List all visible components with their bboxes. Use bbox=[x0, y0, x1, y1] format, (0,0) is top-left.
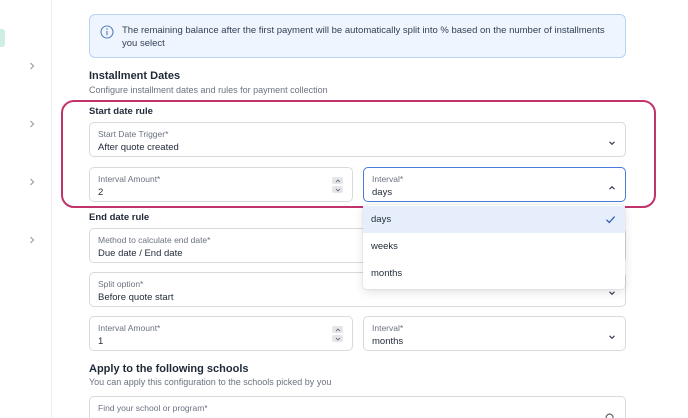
menu-item-days[interactable]: days bbox=[363, 206, 625, 233]
increment-button[interactable] bbox=[332, 177, 343, 184]
schools-title: Apply to the following schools bbox=[89, 363, 249, 375]
menu-item-label: months bbox=[371, 268, 403, 279]
chevron-right-icon[interactable] bbox=[27, 61, 37, 71]
decrement-button[interactable] bbox=[332, 335, 343, 342]
field-label: Start Date Trigger* bbox=[98, 129, 169, 139]
interval-dropdown-menu: days weeks months bbox=[363, 205, 625, 289]
field-value: After quote created bbox=[98, 142, 179, 153]
start-interval-amount-input[interactable]: Interval Amount* 2 bbox=[89, 167, 353, 202]
menu-item-weeks[interactable]: weeks bbox=[363, 233, 625, 260]
field-value: 1 bbox=[98, 336, 104, 347]
menu-item-label: days bbox=[371, 214, 392, 225]
field-label: Interval Amount* bbox=[98, 174, 161, 184]
search-icon[interactable] bbox=[605, 411, 616, 418]
field-value: 2 bbox=[98, 187, 104, 198]
schools-subtitle: You can apply this configuration to the … bbox=[89, 377, 332, 387]
quantity-stepper[interactable] bbox=[332, 326, 343, 342]
chevron-down-icon bbox=[607, 329, 617, 340]
decrement-button[interactable] bbox=[332, 186, 343, 193]
chevron-up-icon bbox=[607, 180, 617, 190]
info-banner-text: The remaining balance after the first pa… bbox=[122, 25, 605, 49]
installment-dates-subtitle: Configure installment dates and rules fo… bbox=[89, 85, 328, 95]
info-icon bbox=[100, 25, 114, 39]
field-label: Interval* bbox=[372, 323, 404, 333]
chevron-right-icon[interactable] bbox=[27, 119, 37, 129]
field-label: Interval* bbox=[372, 174, 404, 184]
field-value: months bbox=[372, 336, 404, 347]
field-label: Find your school or program* bbox=[98, 403, 208, 413]
end-date-rule-title: End date rule bbox=[89, 212, 150, 223]
increment-button[interactable] bbox=[332, 326, 343, 333]
field-value: Due date / End date bbox=[98, 248, 183, 259]
check-icon bbox=[605, 214, 616, 225]
rail-active-indicator bbox=[0, 29, 5, 47]
start-interval-select[interactable]: Interval* days bbox=[363, 167, 626, 202]
field-label: Interval Amount* bbox=[98, 323, 161, 333]
start-date-trigger-select[interactable]: Start Date Trigger* After quote created bbox=[89, 122, 626, 157]
start-date-rule-title: Start date rule bbox=[89, 106, 153, 117]
end-interval-amount-input[interactable]: Interval Amount* 1 bbox=[89, 316, 353, 351]
field-label: Method to calculate end date* bbox=[98, 235, 211, 245]
menu-item-label: weeks bbox=[371, 241, 398, 252]
installment-dates-title: Installment Dates bbox=[89, 70, 181, 82]
school-search-input[interactable]: Find your school or program* bbox=[89, 396, 626, 418]
quantity-stepper[interactable] bbox=[332, 177, 343, 193]
field-value: days bbox=[372, 187, 393, 198]
left-rail bbox=[0, 0, 52, 418]
info-banner: The remaining balance after the first pa… bbox=[89, 14, 626, 58]
field-value: Before quote start bbox=[98, 292, 174, 303]
field-label: Split option* bbox=[98, 279, 144, 289]
chevron-down-icon bbox=[607, 135, 617, 146]
menu-item-months[interactable]: months bbox=[363, 260, 625, 287]
end-interval-select[interactable]: Interval* months bbox=[363, 316, 626, 351]
chevron-right-icon[interactable] bbox=[27, 177, 37, 187]
chevron-right-icon[interactable] bbox=[27, 235, 37, 245]
